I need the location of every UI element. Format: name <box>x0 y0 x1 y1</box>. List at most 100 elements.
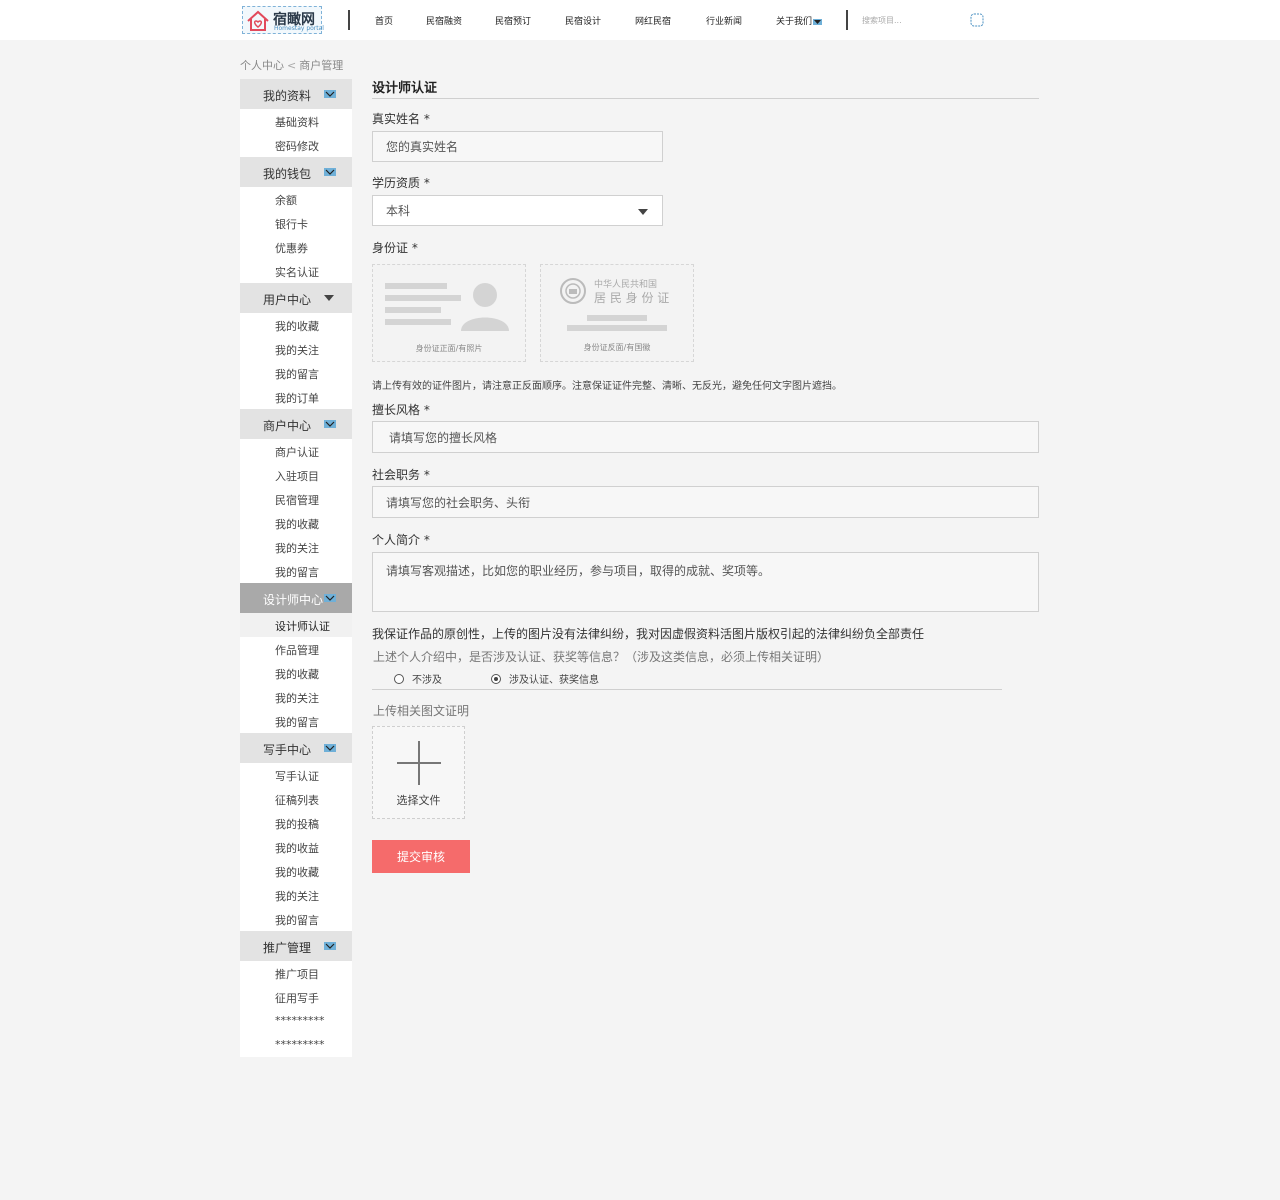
sidebar-item[interactable]: ********* <box>240 1009 352 1033</box>
nav-financing[interactable]: 民宿融资 <box>426 14 462 27</box>
site-logo[interactable]: 宿瞰网 Homestay portal <box>242 6 324 34</box>
sidebar-item[interactable]: 我的收藏 <box>240 313 352 337</box>
sidebar-item[interactable]: 我的留言 <box>240 361 352 385</box>
sidebar-item[interactable]: ********* <box>240 1033 352 1057</box>
sidebar-item-label: 我的投稿 <box>275 818 319 831</box>
sidebar-group[interactable]: 用户中心 <box>240 283 352 313</box>
sidebar-item[interactable]: 我的收益 <box>240 835 352 859</box>
sidebar-item[interactable]: 我的投稿 <box>240 811 352 835</box>
breadcrumb: 个人中心 < 商户管理 <box>240 57 343 73</box>
radio-involved[interactable]: 涉及认证、获奖信息 <box>491 671 599 686</box>
sidebar-item[interactable]: 我的关注 <box>240 535 352 559</box>
sidebar-item-label: 民宿管理 <box>275 494 319 507</box>
radio-not-involved[interactable]: 不涉及 <box>394 671 442 686</box>
sidebar-item[interactable]: 推广项目 <box>240 961 352 985</box>
sidebar-group[interactable]: 商户中心 <box>240 409 352 439</box>
breadcrumb-root[interactable]: 个人中心 <box>240 59 284 72</box>
nav-popular[interactable]: 网红民宿 <box>635 14 671 27</box>
sidebar-item[interactable]: 余额 <box>240 187 352 211</box>
sidebar-item[interactable]: 我的关注 <box>240 337 352 361</box>
submit-review-button[interactable]: 提交审核 <box>372 840 470 873</box>
sidebar-item[interactable]: 银行卡 <box>240 211 352 235</box>
sidebar-item[interactable]: 我的收藏 <box>240 661 352 685</box>
sidebar-item[interactable]: 我的收藏 <box>240 511 352 535</box>
sidebar-group-label: 写手中心 <box>263 743 312 757</box>
radio-circle-selected <box>491 673 501 684</box>
sidebar-item[interactable]: 我的留言 <box>240 709 352 733</box>
nav-home[interactable]: 首页 <box>375 14 393 27</box>
sidebar-group[interactable]: 我的资料 <box>240 79 352 109</box>
sidebar-item[interactable]: 入驻项目 <box>240 463 352 487</box>
bio-placeholder: 请填写客观描述，比如您的职业经历，参与项目，取得的成就、奖项等。 <box>386 564 771 578</box>
id-back-title-2: 居 民 身 份 证 <box>594 291 670 305</box>
originality-pledge: 我保证作品的原创性，上传的图片没有法律纠纷，我对因虚假资料活图片版权引起的法律纠… <box>372 627 925 641</box>
id-back-upload[interactable]: 中华人民共和国 居 民 身 份 证 身份证反面/有国徽 <box>540 264 694 362</box>
sidebar-item[interactable]: 民宿管理 <box>240 487 352 511</box>
style-placeholder: 请填写您的擅长风格 <box>389 430 498 445</box>
id-back-caption: 身份证反面/有国徽 <box>583 343 651 352</box>
envelope-icon <box>324 168 336 176</box>
sidebar-item-label: 征稿列表 <box>275 794 319 807</box>
style-input[interactable]: 请填写您的擅长风格 <box>372 421 1039 453</box>
sidebar-group[interactable]: 写手中心 <box>240 733 352 763</box>
envelope-icon <box>324 420 336 428</box>
caret-down-icon <box>324 295 334 301</box>
sidebar-item[interactable]: 密码修改 <box>240 133 352 157</box>
award-question: 上述个人介绍中，是否涉及认证、获奖等信息？（涉及这类信息，必须上传相关证明） <box>373 650 830 664</box>
name-label: 真实姓名 * <box>372 112 430 126</box>
sidebar-group-label: 商户中心 <box>263 419 312 433</box>
sidebar-group[interactable]: 我的钱包 <box>240 157 352 187</box>
search-input[interactable] <box>862 10 962 30</box>
sidebar-group-label: 推广管理 <box>263 941 312 955</box>
sidebar-item[interactable]: 实名认证 <box>240 259 352 283</box>
sidebar-item[interactable]: 我的关注 <box>240 685 352 709</box>
sidebar-item[interactable]: 我的留言 <box>240 907 352 931</box>
education-value: 本科 <box>386 204 411 218</box>
sidebar-item[interactable]: 我的关注 <box>240 883 352 907</box>
nav-about[interactable]: 关于我们 <box>776 14 823 27</box>
id-card-front-icon <box>385 283 509 331</box>
sidebar-item[interactable]: 设计师认证 <box>240 613 352 637</box>
house-heart-icon <box>247 10 269 31</box>
sidebar-group-label: 设计师中心 <box>263 593 324 607</box>
page-title: 设计师认证 <box>372 81 438 96</box>
nav-news[interactable]: 行业新闻 <box>706 14 742 27</box>
job-placeholder: 请填写您的社会职务、头衔 <box>386 495 531 510</box>
job-title-input[interactable]: 请填写您的社会职务、头衔 <box>372 486 1039 518</box>
sidebar-item-label: 我的留言 <box>275 368 319 381</box>
sidebar-item[interactable]: 我的订单 <box>240 385 352 409</box>
sidebar-item[interactable]: 征稿列表 <box>240 787 352 811</box>
sidebar-item[interactable]: 写手认证 <box>240 763 352 787</box>
nav-divider <box>348 10 350 30</box>
nav-booking[interactable]: 民宿预订 <box>495 14 531 27</box>
id-card-label: 身份证 * <box>372 241 418 255</box>
bio-textarea[interactable]: 请填写客观描述，比如您的职业经历，参与项目，取得的成就、奖项等。 <box>372 552 1039 612</box>
caret-down-icon <box>638 209 648 215</box>
breadcrumb-separator: < <box>287 59 297 72</box>
radio-not-involved-label: 不涉及 <box>412 675 442 686</box>
nav-design[interactable]: 民宿设计 <box>565 14 601 27</box>
sidebar-item[interactable]: 优惠券 <box>240 235 352 259</box>
sidebar-item[interactable]: 我的留言 <box>240 559 352 583</box>
radio-divider <box>372 689 1002 690</box>
search-icon[interactable] <box>970 13 984 27</box>
sidebar-item-label: 我的留言 <box>275 716 319 729</box>
sidebar-item[interactable]: 商户认证 <box>240 439 352 463</box>
sidebar-item[interactable]: 作品管理 <box>240 637 352 661</box>
sidebar-group[interactable]: 推广管理 <box>240 931 352 961</box>
choose-file-button[interactable]: 选择文件 <box>372 726 465 819</box>
top-navbar: 宿瞰网 Homestay portal 首页 民宿融资 民宿预订 民宿设计 网红… <box>0 0 1280 40</box>
sidebar-item-label: 我的关注 <box>275 542 319 555</box>
sidebar-group-label: 我的资料 <box>263 89 312 103</box>
education-select[interactable]: 本科 <box>372 195 663 226</box>
sidebar-item[interactable]: 我的收藏 <box>240 859 352 883</box>
sidebar-item[interactable]: 征用写手 <box>240 985 352 1009</box>
real-name-input[interactable]: 您的真实姓名 <box>372 131 663 162</box>
sidebar-item-label: 密码修改 <box>275 140 319 153</box>
id-front-upload[interactable]: 身份证正面/有照片 <box>372 264 526 362</box>
id-upload-hint: 请上传有效的证件图片，请注意正反面顺序。注意保证证件完整、清晰、无反光，避免任何… <box>372 381 842 392</box>
radio-involved-label: 涉及认证、获奖信息 <box>509 675 599 686</box>
sidebar-item-label: 推广项目 <box>275 968 319 981</box>
sidebar-group[interactable]: 设计师中心 <box>240 583 352 613</box>
sidebar-item[interactable]: 基础资料 <box>240 109 352 133</box>
